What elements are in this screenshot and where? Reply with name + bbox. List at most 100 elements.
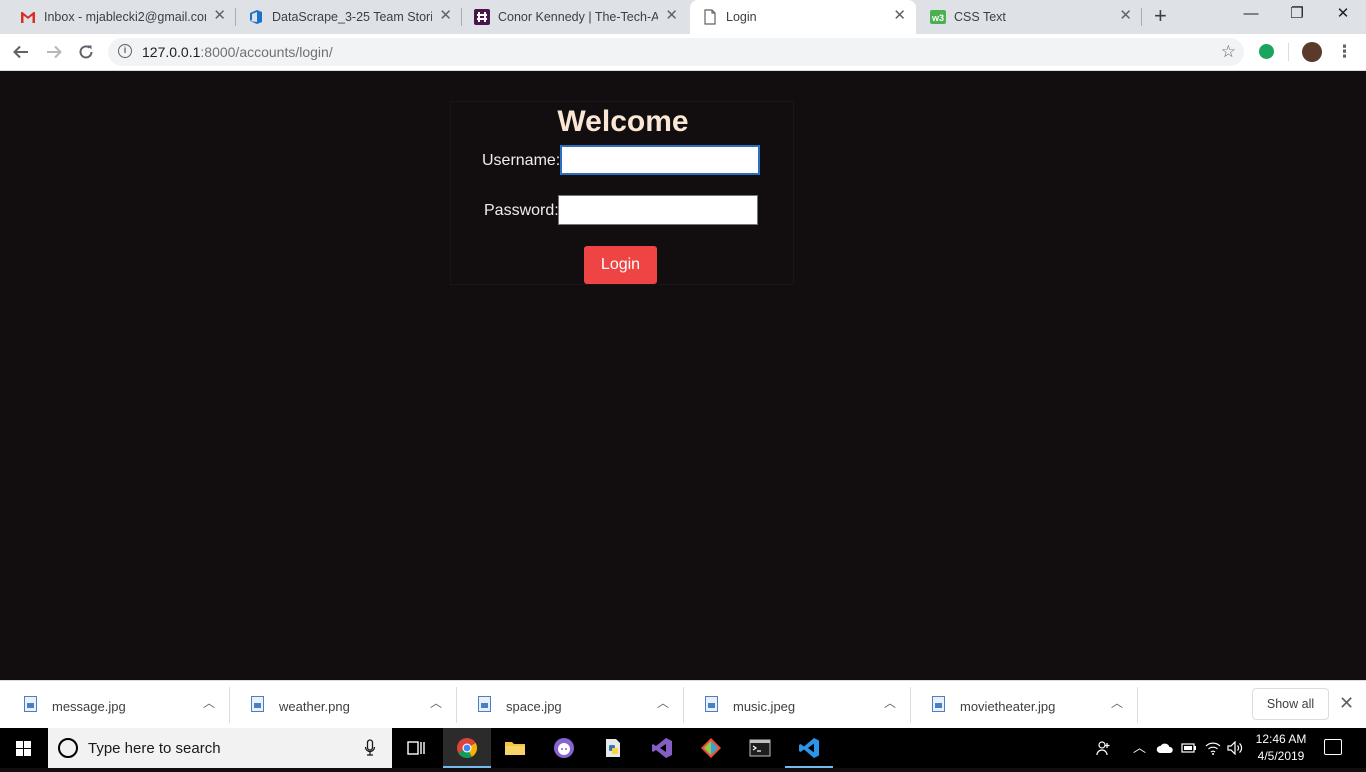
cortana-icon	[58, 738, 78, 758]
bookmark-star-icon[interactable]: ☆	[1221, 42, 1236, 62]
speaker-glyph	[1227, 740, 1243, 756]
chrome-icon[interactable]	[443, 728, 491, 768]
github-desktop-icon[interactable]	[540, 728, 588, 768]
download-filename: music.jpeg	[733, 699, 796, 714]
forward-arrow-icon	[47, 45, 62, 59]
page-content: Welcome Username: Password: Login	[0, 71, 1366, 680]
github-glyph	[554, 738, 574, 758]
wifi-glyph	[1205, 742, 1221, 755]
download-shelf: message.jpg ︿ weather.png ︿ space.jpg ︿ …	[0, 680, 1366, 728]
people-icon[interactable]	[1096, 728, 1116, 768]
image-file-icon	[705, 696, 718, 712]
system-clock[interactable]: 12:46 AM 4/5/2019	[1250, 731, 1312, 765]
volume-icon[interactable]	[1227, 728, 1245, 768]
terminal-icon[interactable]	[736, 728, 784, 768]
forward-button[interactable]	[42, 41, 66, 63]
clock-date: 4/5/2019	[1257, 749, 1305, 763]
chevron-up-icon[interactable]: ︿	[657, 695, 669, 711]
password-field[interactable]	[558, 195, 758, 225]
url-text[interactable]: 127.0.0.1:8000/accounts/login/	[142, 45, 333, 60]
username-label: Username:	[482, 152, 561, 169]
taskbar-search[interactable]: Type here to search	[48, 728, 392, 768]
python-glyph	[606, 739, 620, 757]
close-icon[interactable]: ✕	[1119, 8, 1132, 24]
url-path: :8000/accounts/login/	[200, 44, 333, 60]
password-label: Password:	[484, 202, 559, 219]
username-field[interactable]	[560, 145, 760, 175]
extension-icon[interactable]	[1259, 44, 1274, 59]
onedrive-icon[interactable]	[1156, 728, 1176, 768]
tab-login[interactable]: Login ✕	[690, 0, 916, 34]
notification-icon[interactable]	[1324, 739, 1342, 755]
chevron-up-icon[interactable]: ︿	[1111, 695, 1123, 711]
microphone-icon[interactable]	[364, 739, 376, 757]
svg-text:w3: w3	[931, 13, 944, 23]
chevron-up-icon[interactable]: ︿	[884, 695, 896, 711]
restore-button[interactable]: ❐	[1274, 0, 1320, 30]
toolbar-divider	[1288, 43, 1289, 61]
login-button[interactable]: Login	[584, 246, 657, 284]
back-button[interactable]	[9, 41, 33, 63]
cloud-glyph	[1156, 743, 1173, 753]
vscode-icon[interactable]	[785, 728, 833, 768]
address-bar[interactable]: i 127.0.0.1:8000/accounts/login/ ☆	[108, 38, 1244, 66]
file-explorer-icon[interactable]	[491, 728, 539, 768]
gmail-icon	[21, 12, 35, 23]
visual-studio-glyph	[652, 738, 672, 758]
image-file-icon	[478, 696, 491, 712]
download-item[interactable]: message.jpg ︿	[3, 681, 230, 729]
slack-icon	[474, 9, 490, 25]
tab-slack[interactable]: Conor Kennedy | The-Tech-Acad ✕	[462, 0, 688, 34]
vscode-glyph	[799, 738, 819, 758]
close-icon[interactable]: ✕	[213, 8, 226, 24]
visual-studio-icon[interactable]	[638, 728, 686, 768]
close-icon[interactable]: ✕	[1339, 693, 1354, 713]
wifi-icon[interactable]	[1205, 728, 1223, 768]
battery-glyph	[1181, 743, 1196, 753]
new-tab-button[interactable]: +	[1154, 5, 1167, 27]
tab-title: CSS Text	[954, 10, 1006, 24]
download-filename: message.jpg	[52, 699, 126, 714]
tab-strip: Inbox - mjablecki2@gmail.com ✕ DataScrap…	[0, 0, 1366, 34]
window-close-button[interactable]: ✕	[1320, 0, 1366, 30]
people-glyph	[1096, 741, 1110, 756]
image-file-icon	[24, 696, 37, 712]
git-icon[interactable]	[687, 728, 735, 768]
info-icon[interactable]: i	[118, 44, 132, 58]
download-item[interactable]: weather.png ︿	[230, 681, 457, 729]
close-icon[interactable]: ✕	[665, 8, 678, 24]
git-glyph	[701, 738, 721, 758]
image-file-icon	[251, 696, 264, 712]
download-item[interactable]: space.jpg ︿	[457, 681, 684, 729]
task-view-icon[interactable]	[392, 728, 440, 768]
download-item[interactable]: music.jpeg ︿	[684, 681, 911, 729]
page-title: Welcome	[557, 105, 689, 138]
chrome-glyph	[457, 738, 478, 759]
azure-devops-icon	[250, 10, 262, 24]
download-item[interactable]: movietheater.jpg ︿	[911, 681, 1138, 729]
download-filename: movietheater.jpg	[960, 699, 1056, 714]
battery-icon[interactable]	[1181, 728, 1199, 768]
close-icon[interactable]: ✕	[439, 8, 452, 24]
close-icon[interactable]: ✕	[893, 8, 906, 24]
tab-title: DataScrape_3-25 Team Stories	[272, 10, 432, 24]
menu-icon[interactable]: ⋮	[1336, 40, 1353, 64]
profile-avatar[interactable]	[1302, 42, 1322, 62]
python-icon[interactable]	[589, 728, 637, 768]
login-form: Welcome Username: Password: Login	[450, 101, 794, 285]
clock-time: 12:46 AM	[1255, 732, 1307, 746]
chevron-up-icon[interactable]: ︿	[430, 695, 442, 711]
minimize-button[interactable]: —	[1228, 0, 1274, 30]
start-button[interactable]	[0, 728, 48, 768]
reload-button[interactable]	[74, 41, 98, 63]
tab-divider	[1141, 8, 1142, 26]
tab-title: Conor Kennedy | The-Tech-Acad	[498, 10, 658, 24]
tab-css-text[interactable]: w3 CSS Text ✕	[918, 0, 1142, 34]
tab-datascrape[interactable]: DataScrape_3-25 Team Stories ✕	[236, 0, 462, 34]
tab-gmail[interactable]: Inbox - mjablecki2@gmail.com ✕	[8, 0, 236, 34]
chevron-up-icon[interactable]: ︿	[203, 695, 215, 711]
url-host: 127.0.0.1	[142, 44, 201, 60]
w3schools-icon: w3	[930, 10, 946, 24]
show-all-button[interactable]: Show all	[1252, 688, 1329, 720]
chevron-up-icon[interactable]: ︿	[1133, 728, 1147, 768]
